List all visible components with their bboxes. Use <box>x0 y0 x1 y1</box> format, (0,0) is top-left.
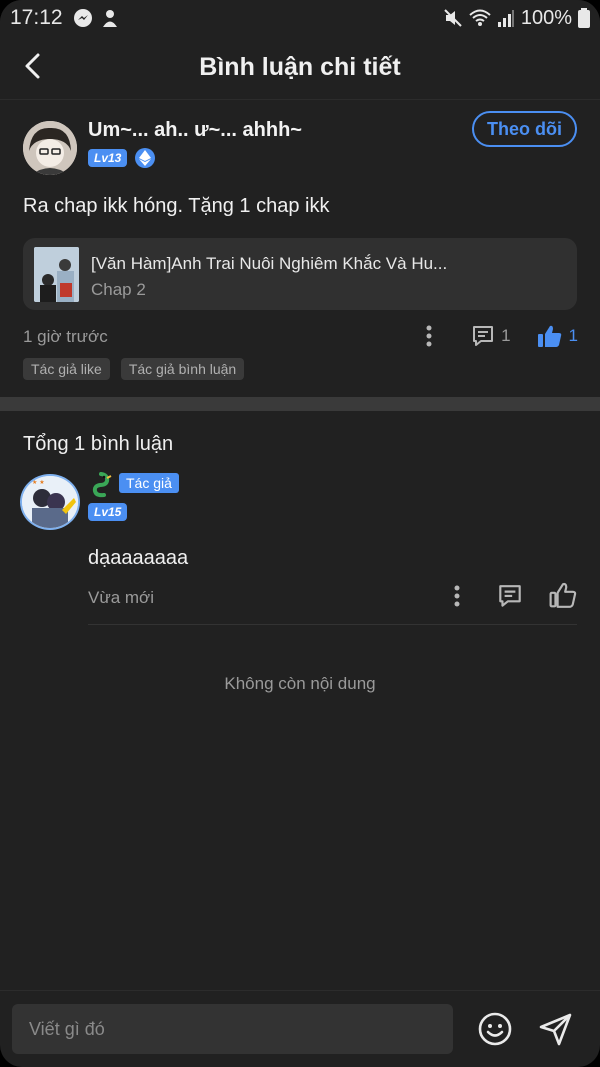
post-actions: 1 1 <box>417 321 578 351</box>
like-action[interactable]: 1 <box>537 324 578 348</box>
comment-time: Vừa mới <box>88 588 154 607</box>
thumbs-up-filled-icon <box>537 325 561 347</box>
section-divider <box>0 397 600 411</box>
notification-app-icon <box>102 10 117 27</box>
mute-icon <box>444 9 462 27</box>
level-badge: Lv13 <box>88 149 128 167</box>
chapter-number: Chap 2 <box>91 280 146 299</box>
ethereum-badge-icon <box>135 148 155 168</box>
post-tags: Tác giả like Tác giả bình luận <box>23 358 245 380</box>
avatar[interactable] <box>23 121 77 175</box>
comments-total: Tổng 1 bình luận <box>23 433 174 455</box>
svg-text:★ ★: ★ ★ <box>32 479 45 486</box>
app-header: Bình luận chi tiết <box>0 36 600 100</box>
thumbs-up-icon[interactable] <box>549 581 577 609</box>
messenger-icon <box>73 9 92 27</box>
emoji-icon[interactable] <box>477 1011 513 1047</box>
comment-icon[interactable] <box>497 583 523 611</box>
more-options-icon[interactable] <box>417 321 441 351</box>
post-time: 1 giờ trước <box>23 327 108 346</box>
follow-button[interactable]: Theo dõi <box>472 111 577 147</box>
end-of-content: Không còn nội dung <box>224 674 376 693</box>
comment-icon <box>473 326 494 346</box>
back-icon[interactable] <box>18 50 50 82</box>
status-time: 17:12 <box>10 6 63 29</box>
comment-input[interactable] <box>12 1004 453 1054</box>
comment-text: dạaaaaaaa <box>88 547 189 569</box>
chapter-card[interactable]: [Văn Hàm]Anh Trai Nuôi Nghiêm Khắc Và Hu… <box>23 238 577 310</box>
dragon-emoji-icon <box>92 472 112 498</box>
tag-author-commented: Tác giả bình luận <box>120 358 245 380</box>
comment-separator <box>88 624 577 625</box>
post-username[interactable]: Um~... ah.. ư~... ahhh~ <box>88 119 302 142</box>
page-title: Bình luận chi tiết <box>199 53 401 81</box>
like-count: 1 <box>568 326 578 345</box>
battery-icon <box>578 8 590 28</box>
post-content: Ra chap ikk hóng. Tặng 1 chap ikk <box>23 195 330 217</box>
chapter-title: [Văn Hàm]Anh Trai Nuôi Nghiêm Khắc Và Hu… <box>91 254 448 273</box>
signal-icon <box>497 10 514 27</box>
screen: 17:12 100% Bình luận chi tiết Um~... ah.… <box>0 0 600 1067</box>
author-badge: Tác giả <box>119 473 179 493</box>
level-badge: Lv15 <box>88 503 128 521</box>
composer-bar <box>0 990 600 1067</box>
avatar[interactable]: ★ ★ <box>20 474 80 530</box>
reply-action[interactable]: 1 <box>471 324 511 348</box>
chapter-thumbnail <box>34 247 79 302</box>
wifi-icon <box>469 9 491 26</box>
reply-count: 1 <box>501 326 511 345</box>
more-options-icon[interactable] <box>445 581 469 611</box>
tag-author-liked: Tác giả like <box>23 358 110 380</box>
send-icon[interactable] <box>537 1010 575 1048</box>
status-bar: 17:12 100% <box>0 0 600 36</box>
battery-percent: 100% <box>520 6 572 29</box>
